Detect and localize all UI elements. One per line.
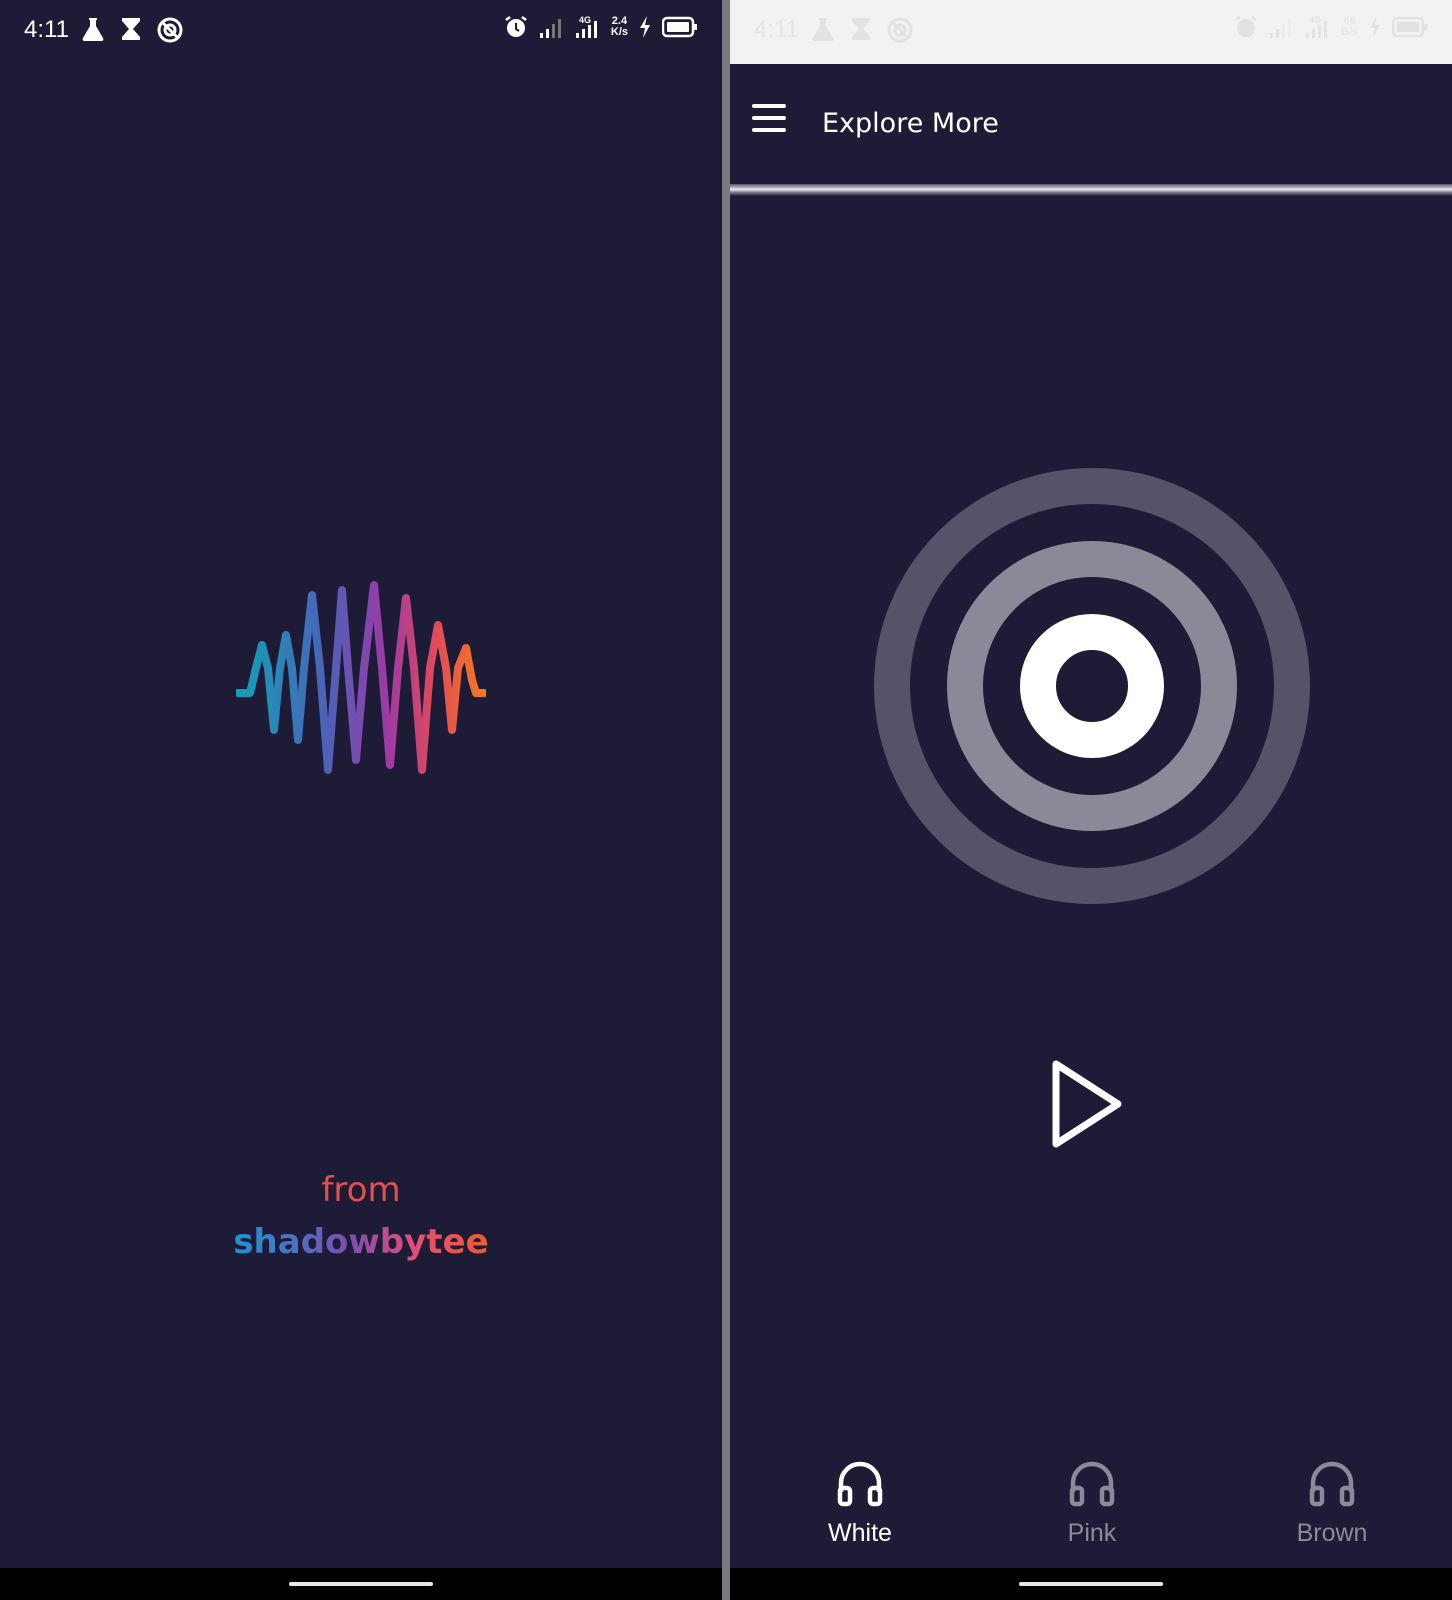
tab-label: Brown bbox=[1296, 1519, 1368, 1547]
network-speed: 66 B/s bbox=[1340, 15, 1358, 38]
flask-icon bbox=[812, 18, 834, 41]
no-disturb-icon bbox=[887, 17, 913, 43]
home-handle[interactable] bbox=[289, 1582, 433, 1586]
svg-text:4G: 4G bbox=[1309, 15, 1321, 25]
alarm-icon bbox=[1235, 16, 1257, 37]
signal-4g-icon: 4G bbox=[1305, 15, 1327, 38]
headphones-icon bbox=[1069, 1461, 1115, 1507]
from-label: from bbox=[321, 1170, 401, 1210]
app-bar: Explore More bbox=[730, 64, 1452, 184]
tab-brown[interactable]: Brown bbox=[1222, 1440, 1442, 1548]
tab-pink[interactable]: Pink bbox=[982, 1440, 1202, 1548]
player-screen: 4:11 4G 66 B/s Explore More White Pink B… bbox=[730, 0, 1452, 1600]
appbar-divider bbox=[730, 184, 1452, 196]
sound-wave-logo bbox=[236, 581, 486, 774]
signal-icon bbox=[539, 19, 561, 38]
system-nav-bar bbox=[730, 1568, 1452, 1600]
concentric-rings-icon bbox=[874, 468, 1310, 904]
hourglass-icon bbox=[852, 18, 870, 40]
status-time: 4:11 bbox=[24, 16, 69, 43]
status-time: 4:11 bbox=[754, 16, 799, 43]
play-icon[interactable] bbox=[1048, 1058, 1124, 1150]
headphones-icon bbox=[837, 1461, 883, 1507]
signal-4g-icon: 4G bbox=[575, 15, 597, 38]
system-nav-bar bbox=[0, 1568, 722, 1600]
tab-label: White bbox=[828, 1519, 892, 1547]
tab-white[interactable]: White bbox=[750, 1440, 970, 1548]
hourglass-icon bbox=[122, 18, 140, 40]
brand-name: shadowbytee bbox=[233, 1222, 489, 1262]
home-handle[interactable] bbox=[1019, 1582, 1163, 1586]
headphones-icon bbox=[1309, 1461, 1355, 1507]
tab-label: Pink bbox=[1067, 1519, 1117, 1547]
page-title: Explore More bbox=[822, 108, 999, 139]
battery-icon bbox=[1392, 16, 1427, 38]
splash-screen: 4:11 4G 2.4 K/s from shadowbytee bbox=[0, 0, 722, 1600]
status-bar: 4:11 4G 2.4 K/s bbox=[0, 0, 722, 64]
network-speed: 2.4 K/s bbox=[610, 15, 628, 38]
svg-text:4G: 4G bbox=[579, 15, 591, 25]
charging-icon bbox=[640, 16, 650, 38]
flask-icon bbox=[82, 18, 104, 41]
noise-type-tabs: White Pink Brown bbox=[730, 1440, 1452, 1568]
no-disturb-icon bbox=[157, 17, 183, 43]
alarm-icon bbox=[505, 16, 527, 37]
signal-icon bbox=[1269, 19, 1291, 38]
charging-icon bbox=[1370, 16, 1380, 38]
hamburger-icon[interactable] bbox=[752, 104, 792, 144]
status-bar: 4:11 4G 66 B/s bbox=[730, 0, 1452, 64]
battery-icon bbox=[662, 16, 697, 38]
